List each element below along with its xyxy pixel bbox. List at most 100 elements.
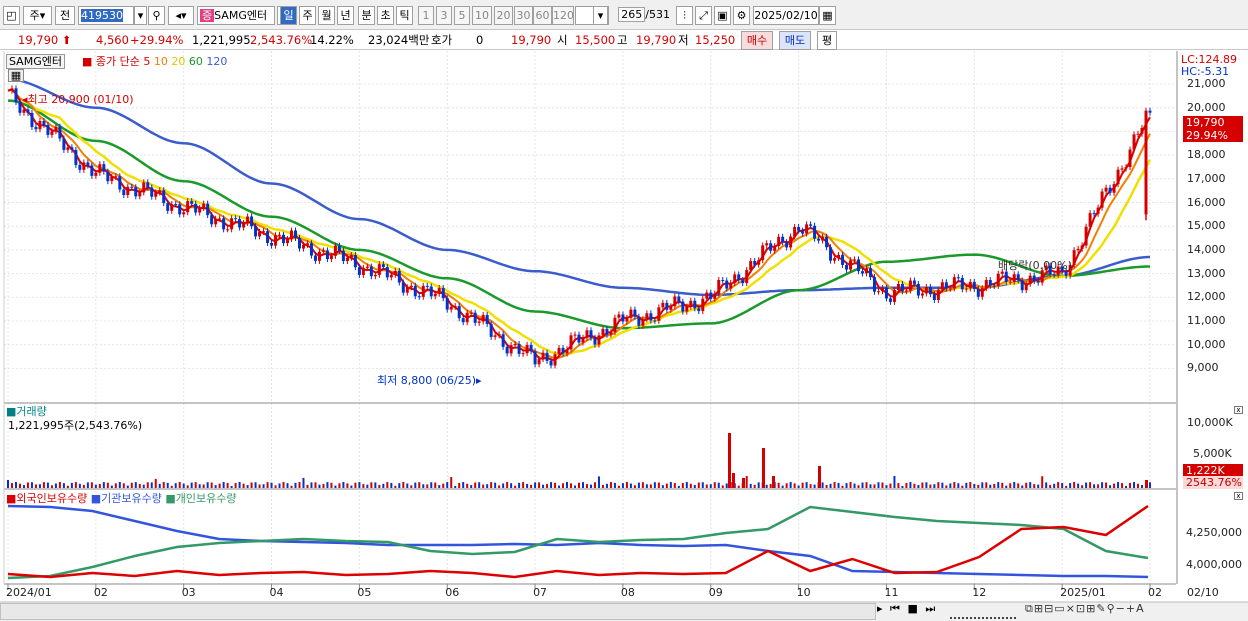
candle-body — [581, 337, 585, 343]
zoom-icon[interactable]: ⚲ — [1107, 602, 1116, 615]
grid-icon[interactable]: ⊞ — [1086, 602, 1096, 615]
speaker-icon[interactable]: ◂▾ — [168, 6, 194, 25]
candle-body — [449, 306, 453, 310]
volume-bar — [518, 482, 521, 488]
sell-button[interactable]: 매도 — [779, 31, 811, 50]
evaluate-button[interactable]: 평 — [817, 31, 837, 50]
zoom-slider[interactable] — [950, 603, 1016, 619]
text-size-icon[interactable]: A — [1136, 602, 1145, 615]
volume-bar — [1097, 484, 1100, 488]
volume-bar — [685, 482, 688, 488]
interval-button[interactable]: 5 — [454, 6, 470, 25]
nav-stop-icon[interactable]: ■ — [907, 602, 919, 615]
jeon-button[interactable]: 전 — [55, 6, 75, 25]
zoom-out-icon[interactable]: − — [1116, 602, 1126, 615]
interval-button[interactable]: 3 — [436, 6, 452, 25]
legend-ma60[interactable]: 60 — [189, 55, 203, 68]
candle-body — [789, 236, 793, 248]
nav-first-icon[interactable]: ⏮ — [890, 602, 902, 615]
interval-button[interactable]: 10 — [472, 6, 492, 25]
candle-body — [765, 243, 769, 246]
copy-icon[interactable]: ⧉ — [1025, 602, 1034, 615]
volume-bar — [845, 483, 848, 488]
candle-body — [22, 109, 26, 113]
candle-body — [517, 343, 521, 354]
chart-canvas[interactable] — [0, 51, 1248, 621]
candle-body — [609, 332, 613, 335]
period-tick-button[interactable]: 틱 — [396, 6, 413, 25]
nav-last-icon[interactable]: ⏭ — [925, 602, 937, 615]
layout-icon[interactable]: ⊞ — [1034, 602, 1044, 615]
period-second-button[interactable]: 초 — [377, 6, 394, 25]
interval-button[interactable]: 20 — [494, 6, 513, 25]
interval-button[interactable]: 60 — [533, 6, 552, 25]
volume-panel-close-icon[interactable]: x — [1234, 406, 1243, 414]
candle-icon[interactable]: ⫶ — [676, 6, 693, 25]
align-icon[interactable]: ⊡ — [1076, 602, 1086, 615]
save-icon[interactable]: ▣ — [714, 6, 731, 25]
custom-interval-dropdown-icon[interactable]: ▾ — [593, 6, 608, 25]
candle-body — [293, 230, 297, 238]
interval-button[interactable]: 30 — [514, 6, 533, 25]
holdings-panel-close-icon[interactable]: x — [1234, 492, 1243, 500]
candle-body — [936, 289, 940, 300]
search-icon[interactable]: ⚲ — [148, 6, 165, 25]
split-icon[interactable]: ⊟ — [1044, 602, 1054, 615]
candle-body — [1076, 248, 1080, 251]
volume-bar — [390, 482, 393, 488]
candle-body — [126, 186, 130, 195]
period-day-button[interactable]: 일 — [280, 6, 297, 25]
legend-ma120[interactable]: 120 — [206, 55, 227, 68]
zoom-in-icon[interactable]: + — [1126, 602, 1136, 615]
prefix-select[interactable]: 주▾ — [23, 6, 52, 25]
settings-gear-icon[interactable]: ⚙ — [733, 6, 750, 25]
y-tick-label: 11,000 — [1187, 314, 1226, 327]
period-year-button[interactable]: 년 — [337, 6, 354, 25]
foreign-legend[interactable]: 외국인보유수량 — [16, 492, 87, 505]
interval-button[interactable]: 120 — [552, 6, 574, 25]
candle-body — [785, 242, 789, 248]
volume-bar — [809, 484, 812, 488]
volume-bar — [1025, 482, 1028, 488]
interval-button[interactable]: 1 — [418, 6, 434, 25]
volume-bar — [1001, 482, 1004, 488]
code-dropdown-icon[interactable]: ▾ — [134, 6, 147, 25]
volume-bar — [693, 485, 696, 488]
nav-right-icon[interactable]: ▸ — [877, 602, 885, 615]
scroll-track[interactable] — [0, 603, 876, 620]
period-week-button[interactable]: 주 — [299, 6, 316, 25]
buy-button[interactable]: 매수 — [741, 31, 773, 50]
volume-bar — [198, 484, 201, 488]
stock-code-input[interactable]: 419530 — [78, 6, 134, 25]
count-field[interactable]: 265/531 — [614, 6, 672, 25]
volume-bar — [14, 482, 17, 488]
legend-ma10[interactable]: 10 — [154, 55, 168, 68]
legend-stock-name[interactable]: SAMG엔터 — [6, 54, 65, 69]
inst-legend[interactable]: 기관보유수량 — [101, 492, 162, 505]
volume-bar — [342, 482, 345, 488]
draw-icon[interactable]: ⤢ — [695, 6, 712, 25]
low-annotation-text: 최저 8,800 (06/25) — [377, 374, 477, 387]
cross-icon[interactable]: ⨯ — [1066, 602, 1076, 615]
candle-body — [445, 298, 449, 310]
calendar-icon[interactable]: ▦ — [819, 6, 836, 25]
volume-bar — [609, 482, 612, 488]
candle-body — [1148, 110, 1152, 113]
legend-ma20[interactable]: 20 — [171, 55, 185, 68]
volume-bar — [1113, 483, 1116, 488]
period-month-button[interactable]: 월 — [318, 6, 335, 25]
date-field[interactable]: 2025/02/10 — [753, 6, 819, 25]
volume-bar — [402, 482, 405, 488]
period-minute-button[interactable]: 분 — [358, 6, 375, 25]
volume-bar — [865, 482, 868, 488]
legend-ma5[interactable]: 5 — [143, 55, 150, 68]
candle-body — [1004, 271, 1008, 282]
chart-menu-icon[interactable]: ◰ — [3, 6, 20, 25]
volume-bar — [1029, 482, 1032, 488]
window-icon[interactable]: ▭ — [1054, 602, 1065, 615]
indiv-legend[interactable]: 개인보유수량 — [176, 492, 237, 505]
grid-toggle-icon[interactable]: ▦ — [8, 69, 24, 82]
candle-body — [968, 281, 972, 289]
pen-icon[interactable]: ✎ — [1096, 602, 1106, 615]
stock-name-field[interactable]: 증 SAMG엔터 — [197, 6, 275, 25]
